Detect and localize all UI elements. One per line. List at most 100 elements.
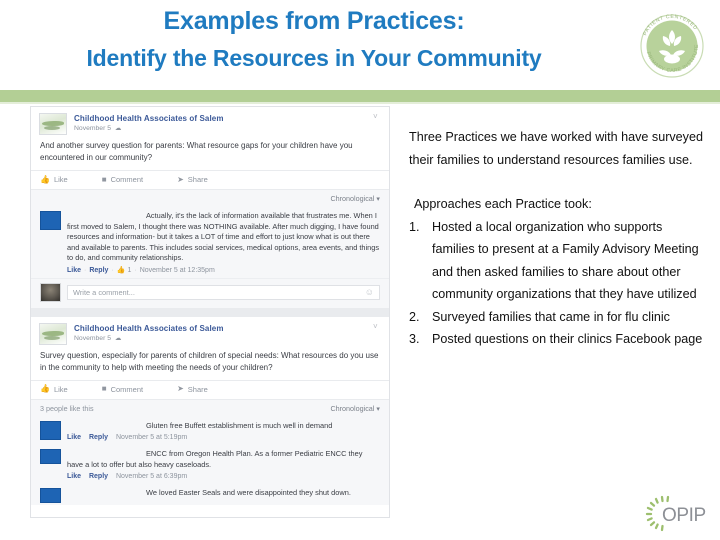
post-date-text[interactable]: November 5	[74, 125, 111, 132]
comment-meta: Like · Reply · 👍 1 · November 5 at 12:35pm	[67, 266, 215, 274]
page-avatar	[39, 113, 67, 135]
post-date: November 5 ☁	[74, 124, 224, 134]
emoji-icon[interactable]: ☺	[365, 287, 374, 297]
list-text: Posted questions on their clinics Facebo…	[432, 332, 703, 346]
facebook-screenshot-image: Childhood Health Associates of Salem Nov…	[30, 106, 390, 518]
comment-reply-button[interactable]: Reply	[89, 473, 108, 480]
header-divider-bar	[0, 90, 720, 102]
sort-label: Chronological	[330, 403, 375, 413]
post-date-text[interactable]: November 5	[74, 335, 111, 342]
like-button[interactable]: 👍 Like	[40, 175, 68, 184]
comment-like-button[interactable]: Like	[67, 267, 81, 274]
globe-icon: ☁	[114, 125, 122, 132]
sort-dropdown[interactable]: Chronological ▾	[330, 194, 380, 203]
comment-icon: ■	[101, 384, 107, 393]
chevron-down-icon: ▾	[376, 194, 380, 203]
post-actions: 👍 Like ■ Comment ➤ Share	[31, 170, 389, 189]
facebook-post: Childhood Health Associates of Salem Nov…	[31, 317, 389, 505]
opip-logo: OPIP	[645, 492, 711, 532]
header-divider-shadow	[0, 102, 720, 104]
title-line-1: Examples from Practices:	[163, 7, 465, 35]
write-comment-row: Write a comment... ☺	[31, 277, 389, 308]
list-number: 1.	[409, 219, 420, 234]
comment-like-button[interactable]: Like	[67, 473, 81, 480]
list-item: We loved Easter Seals and were disappoin…	[31, 484, 389, 505]
comment-text: ENCC from Oregon Health Plan. As a forme…	[67, 449, 380, 470]
comment-meta: Like Reply November 5 at 5:19pm	[67, 432, 380, 443]
thumbs-up-icon: 👍	[116, 266, 126, 274]
comment-timestamp[interactable]: November 5 at 12:35pm	[140, 267, 215, 274]
chevron-down-icon[interactable]: ˅	[373, 322, 380, 330]
page-name[interactable]: Childhood Health Associates of Salem	[74, 113, 224, 124]
list-item: ENCC from Oregon Health Plan. As a forme…	[31, 445, 389, 484]
post-header: Childhood Health Associates of Salem Nov…	[31, 317, 389, 347]
comment-like-count: 1	[127, 266, 132, 274]
like-label: Like	[53, 384, 68, 394]
list-item: 1. Hosted a local organization who suppo…	[409, 216, 704, 306]
globe-icon: ☁	[114, 334, 122, 342]
svg-text:OPIP: OPIP	[662, 505, 706, 526]
comment-timestamp[interactable]: November 5 at 5:19pm	[116, 434, 187, 441]
share-button[interactable]: ➤ Share	[177, 385, 208, 394]
thumbs-up-icon: 👍	[40, 384, 50, 393]
comment-sort-bar: 3 people like this Chronological ▾	[31, 398, 389, 417]
list-number: 2.	[409, 309, 420, 324]
redacted-commenter-name	[67, 489, 143, 497]
avatar	[40, 211, 61, 230]
list-number: 3.	[409, 332, 420, 346]
post-body: And another survey question for parents:…	[40, 141, 353, 162]
comment-input[interactable]: Write a comment... ☺	[67, 284, 380, 300]
list-text: Surveyed families that came in for flu c…	[432, 309, 670, 324]
patient-centered-primary-care-institute-logo: PATIENT CENTERED PRIMARY CARE INSTITUTE	[632, 6, 712, 86]
comment-button[interactable]: ■ Comment	[102, 175, 143, 184]
post-actions: 👍 Like ■ Comment ➤ Share	[31, 379, 389, 399]
sort-dropdown[interactable]: Chronological ▾	[330, 404, 380, 413]
comment-button[interactable]: ■ Comment	[102, 385, 143, 394]
avatar	[40, 420, 61, 440]
list-item: 2. Surveyed families that came in for fl…	[409, 306, 704, 329]
share-button[interactable]: ➤ Share	[177, 175, 208, 184]
redacted-commenter-name	[67, 212, 143, 220]
comment-icon: ■	[101, 174, 107, 184]
page-name[interactable]: Childhood Health Associates of Salem	[74, 323, 224, 334]
comment-timestamp[interactable]: November 5 at 6:39pm	[116, 473, 187, 480]
comment-like-button[interactable]: Like	[67, 434, 81, 441]
redacted-commenter-name	[67, 450, 143, 458]
approaches-heading: Approaches each Practice took:	[414, 197, 592, 211]
comment-reply-button[interactable]: Reply	[89, 267, 108, 274]
share-label: Share	[187, 175, 208, 184]
sort-label: Chronological	[330, 194, 375, 203]
post-header: Childhood Health Associates of Salem Nov…	[31, 107, 389, 137]
share-arrow-icon: ➤	[177, 384, 184, 393]
avatar	[40, 488, 61, 503]
chevron-down-icon[interactable]: ˅	[373, 113, 380, 121]
comment-sort-bar: Chronological ▾	[31, 189, 389, 207]
approaches-list: 1. Hosted a local organization who suppo…	[409, 216, 704, 351]
list-text: Hosted a local organization who supports…	[432, 219, 699, 302]
share-label: Share	[187, 384, 208, 394]
comment-input-placeholder: Write a comment...	[73, 287, 135, 297]
comment-reply-button[interactable]: Reply	[89, 434, 108, 441]
like-label: Like	[53, 175, 68, 184]
comment-body: We loved Easter Seals and were disappoin…	[146, 488, 351, 497]
comment-text: Actually, it's the lack of information a…	[67, 211, 380, 264]
facebook-post: Childhood Health Associates of Salem Nov…	[31, 107, 389, 308]
comment-body: Gluten free Buffett establishment is muc…	[146, 420, 333, 430]
thumbs-up-icon: 👍	[40, 174, 50, 184]
list-item: Gluten free Buffett establishment is muc…	[31, 416, 389, 445]
page-title: Examples from Practices: Identify the Re…	[0, 6, 628, 73]
avatar	[40, 449, 61, 464]
redacted-commenter-name	[67, 422, 143, 430]
content-panel: Three Practices we have worked with have…	[409, 126, 704, 351]
like-count[interactable]: 3 people like this	[40, 404, 94, 413]
comment-meta: Like Reply November 5 at 6:39pm	[67, 471, 380, 482]
like-button[interactable]: 👍 Like	[40, 385, 68, 394]
comment-label: Comment	[110, 175, 144, 184]
chevron-down-icon: ▾	[376, 403, 380, 413]
post-body: Survey question, especially for parents …	[40, 350, 379, 372]
comment-text: We loved Easter Seals and were disappoin…	[67, 488, 380, 499]
list-item: Actually, it's the lack of information a…	[31, 207, 389, 278]
list-item: 3. Posted questions on their clinics Fac…	[409, 328, 704, 351]
intro-paragraph: Three Practices we have worked with have…	[409, 130, 703, 167]
comment-label: Comment	[110, 384, 144, 394]
